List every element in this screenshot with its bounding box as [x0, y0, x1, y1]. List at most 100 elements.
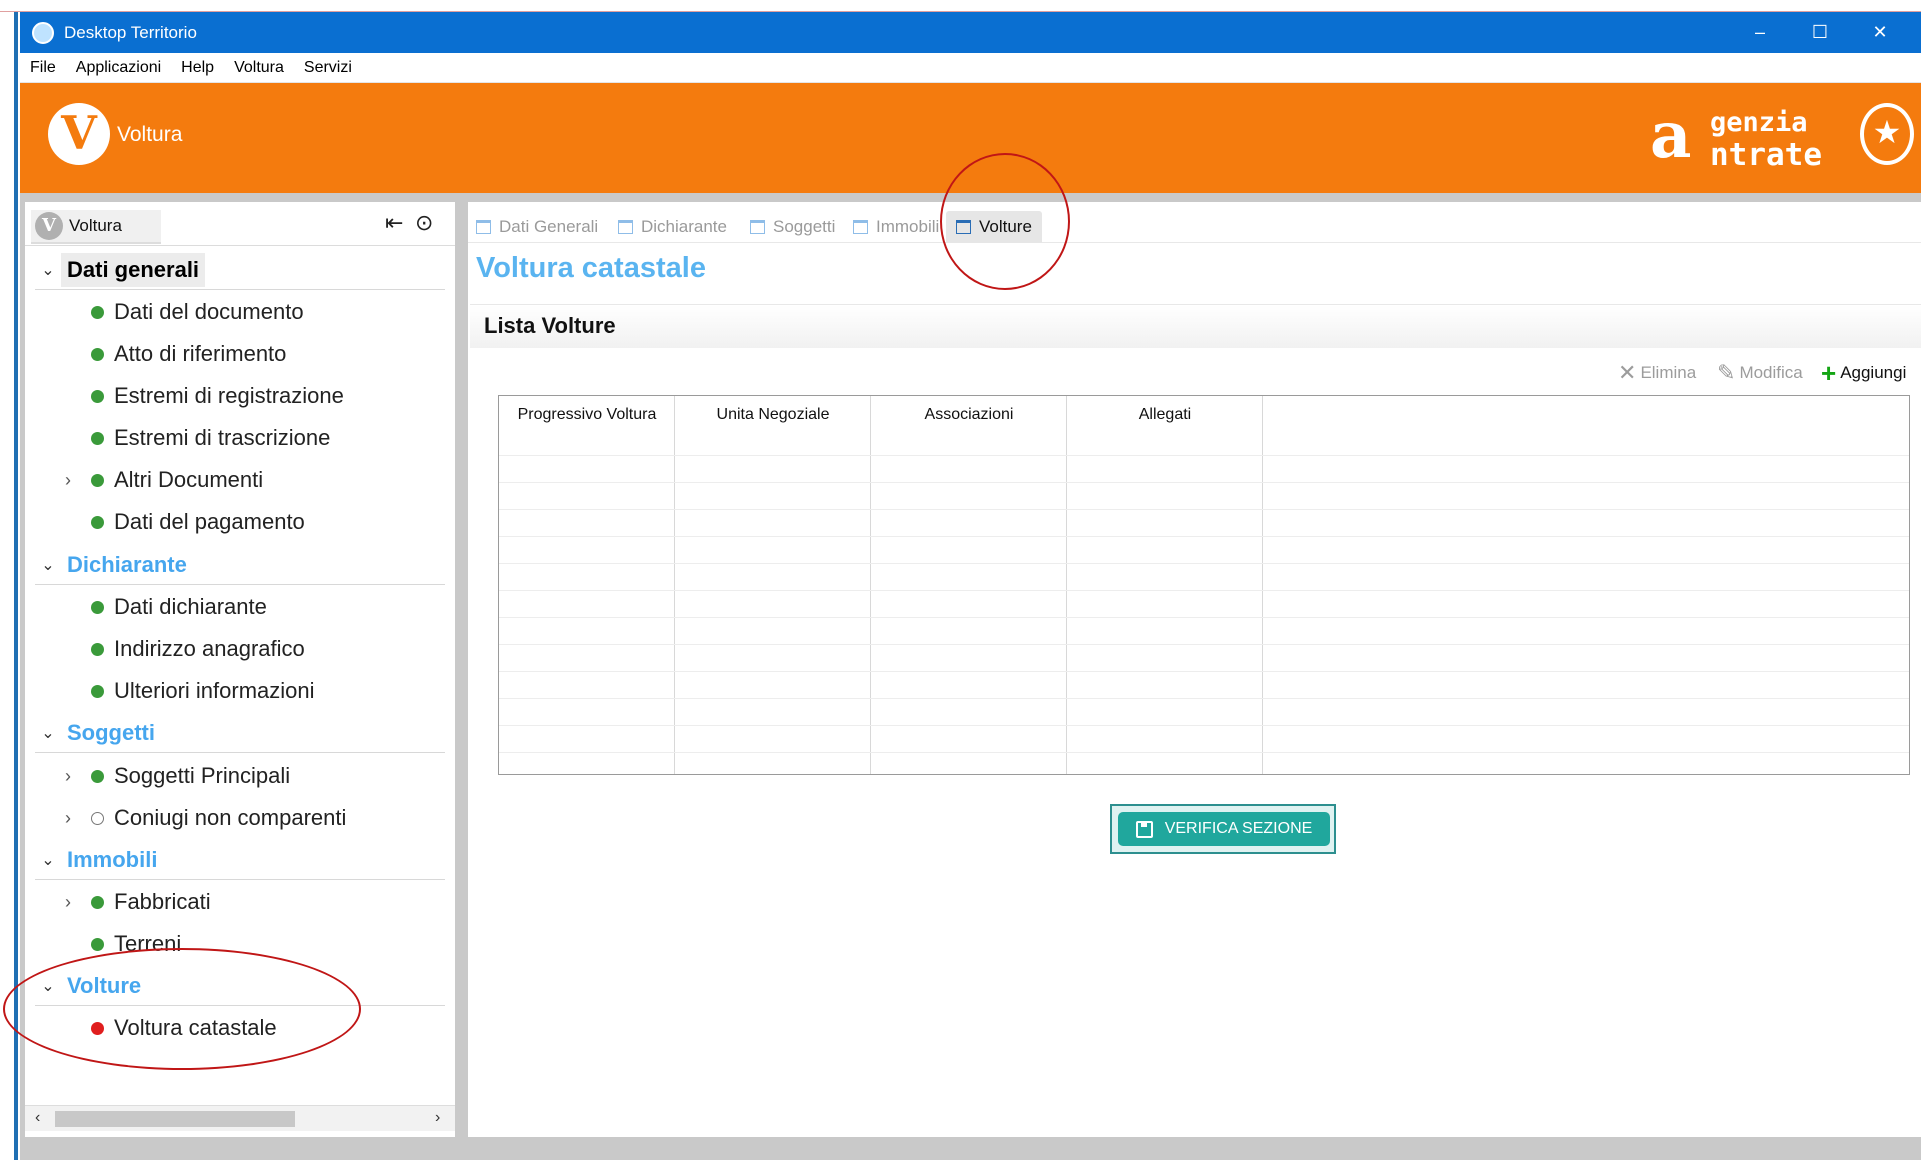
nav-item-label: Atto di riferimento — [114, 341, 287, 366]
exit-icon[interactable]: ⇤ — [385, 210, 403, 236]
nav-item-label: Estremi di trascrizione — [114, 425, 331, 450]
status-dot-icon — [91, 600, 104, 614]
nav-item-label: Ulteriori informazioni — [114, 678, 315, 703]
brand-big-letter: a — [1650, 98, 1692, 173]
table-row-divider — [499, 482, 1909, 483]
status-dot-empty-icon — [91, 811, 104, 825]
header-banner: V Voltura a genzia ntrate — [20, 83, 1921, 193]
table-row-divider — [499, 752, 1909, 753]
agenzia-entrate-logo: a genzia ntrate — [1650, 98, 1840, 174]
chevron-right-icon[interactable]: › — [55, 808, 81, 829]
volture-table: Progressivo Voltura Unita Negoziale Asso… — [498, 395, 1910, 775]
nav-item-label: Dati del pagamento — [114, 509, 305, 534]
nav-item-estremi-registrazione[interactable]: Estremi di registrazione — [55, 378, 344, 414]
chevron-down-icon[interactable]: ⌄ — [35, 850, 61, 870]
chevron-down-icon[interactable]: ⌄ — [35, 723, 61, 743]
close-button[interactable]: ✕ — [1850, 12, 1910, 53]
tab-immobili[interactable]: Immobili — [853, 211, 943, 243]
scroll-left-icon[interactable]: ‹ — [35, 1109, 40, 1127]
status-dot-icon — [91, 937, 104, 951]
section-dichiarante[interactable]: ⌄ Dichiarante — [35, 545, 445, 585]
menu-applicazioni[interactable]: Applicazioni — [76, 59, 161, 77]
tab-dichiarante[interactable]: Dichiarante — [618, 211, 727, 243]
nav-item-coniugi-non-comparenti[interactable]: › Coniugi non comparenti — [55, 800, 346, 836]
table-row-divider — [499, 725, 1909, 726]
nav-item-ulteriori-informazioni[interactable]: Ulteriori informazioni — [55, 673, 315, 709]
nav-item-dati-pagamento[interactable]: Dati del pagamento — [55, 504, 305, 540]
left-edge — [0, 12, 20, 1160]
add-button[interactable]: + Aggiungi — [1821, 357, 1906, 388]
column-header-associazioni[interactable]: Associazioni — [871, 406, 1067, 424]
table-row-divider — [499, 509, 1909, 510]
maximize-button[interactable]: ☐ — [1790, 12, 1850, 53]
tab-soggetti[interactable]: Soggetti — [750, 211, 835, 243]
left-nav-panel: V Voltura ⇤ ⊙ ⌄ Dati generali Dati del d… — [25, 202, 455, 1137]
nav-item-terreni[interactable]: Terreni — [55, 926, 181, 962]
nav-item-label: Dati dichiarante — [114, 594, 267, 619]
app-window: Desktop Territorio – ☐ ✕ File Applicazio… — [20, 12, 1921, 1160]
verify-section-button[interactable]: VERIFICA SEZIONE — [1118, 812, 1330, 846]
nav-item-altri-documenti[interactable]: › Altri Documenti — [55, 462, 263, 498]
chevron-right-icon[interactable]: › — [55, 892, 81, 913]
pencil-icon: ✎ — [1717, 360, 1736, 385]
app-icon — [32, 21, 54, 44]
column-header-allegati[interactable]: Allegati — [1067, 406, 1263, 424]
main-panel: Dati Generali Dichiarante Soggetti Immob… — [468, 202, 1921, 1137]
menu-voltura[interactable]: Voltura — [234, 59, 284, 77]
status-dot-icon — [91, 515, 104, 529]
nav-item-label: Terreni — [114, 931, 182, 956]
nav-item-label: Dati del documento — [114, 299, 304, 324]
status-dot-icon — [91, 684, 104, 698]
list-title: Lista Volture — [484, 313, 616, 338]
section-immobili[interactable]: ⌄ Immobili — [35, 840, 445, 880]
section-tabs: Dati Generali Dichiarante Soggetti Immob… — [468, 202, 1921, 243]
tab-dati-generali[interactable]: Dati Generali — [476, 211, 598, 243]
menu-servizi[interactable]: Servizi — [304, 59, 352, 77]
left-panel-tab[interactable]: V Voltura — [31, 210, 161, 244]
edit-button[interactable]: ✎ Modifica — [1717, 359, 1803, 387]
nav-item-soggetti-principali[interactable]: › Soggetti Principali — [55, 758, 290, 794]
table-row-divider — [499, 644, 1909, 645]
tab-volture[interactable]: Volture — [946, 211, 1042, 243]
status-dot-icon — [91, 895, 104, 909]
chevron-right-icon[interactable]: › — [55, 470, 81, 491]
section-dati-generali[interactable]: ⌄ Dati generali — [35, 250, 445, 290]
left-panel-hscrollbar[interactable]: ‹ › — [25, 1105, 455, 1131]
top-strip — [0, 0, 1921, 12]
brand-line1: genzia — [1710, 107, 1808, 138]
status-dot-icon — [91, 305, 104, 319]
table-column — [675, 396, 871, 774]
chevron-down-icon[interactable]: ⌄ — [35, 555, 61, 575]
chevron-down-icon[interactable]: ⌄ — [35, 260, 61, 280]
section-soggetti[interactable]: ⌄ Soggetti — [35, 713, 445, 753]
column-header-progressivo[interactable]: Progressivo Voltura — [499, 406, 675, 424]
tab-window-icon — [750, 220, 765, 234]
play-circle-icon[interactable]: ⊙ — [415, 210, 433, 236]
minimize-button[interactable]: – — [1730, 12, 1790, 53]
status-dot-icon — [91, 347, 104, 361]
column-header-unita-negoziale[interactable]: Unita Negoziale — [675, 406, 871, 424]
status-dot-icon — [91, 769, 104, 783]
nav-item-estremi-trascrizione[interactable]: Estremi di trascrizione — [55, 420, 330, 456]
nav-item-indirizzo-anagrafico[interactable]: Indirizzo anagrafico — [55, 631, 305, 667]
section-title: Soggetti — [67, 719, 155, 745]
chevron-down-icon[interactable]: ⌄ — [35, 976, 61, 996]
delete-button[interactable]: ✕ Elimina — [1618, 359, 1696, 387]
scrollbar-thumb[interactable] — [55, 1111, 295, 1127]
chevron-right-icon[interactable]: › — [55, 766, 81, 787]
menu-file[interactable]: File — [30, 59, 56, 77]
nav-item-dati-documento[interactable]: Dati del documento — [55, 294, 304, 330]
nav-item-atto-riferimento[interactable]: Atto di riferimento — [55, 336, 286, 372]
voltura-logo: V — [48, 103, 110, 165]
table-row-divider — [499, 536, 1909, 537]
delete-label: Elimina — [1640, 363, 1697, 382]
menu-help[interactable]: Help — [181, 59, 214, 77]
nav-item-voltura-catastale[interactable]: Voltura catastale — [55, 1010, 277, 1046]
table-row-divider — [499, 698, 1909, 699]
voltura-mini-logo: V — [35, 212, 63, 240]
section-volture[interactable]: ⌄ Volture — [35, 966, 445, 1006]
nav-item-fabbricati[interactable]: › Fabbricati — [55, 884, 211, 920]
nav-item-dati-dichiarante[interactable]: Dati dichiarante — [55, 589, 267, 625]
scroll-right-icon[interactable]: › — [435, 1109, 440, 1127]
plus-icon: + — [1821, 357, 1837, 388]
